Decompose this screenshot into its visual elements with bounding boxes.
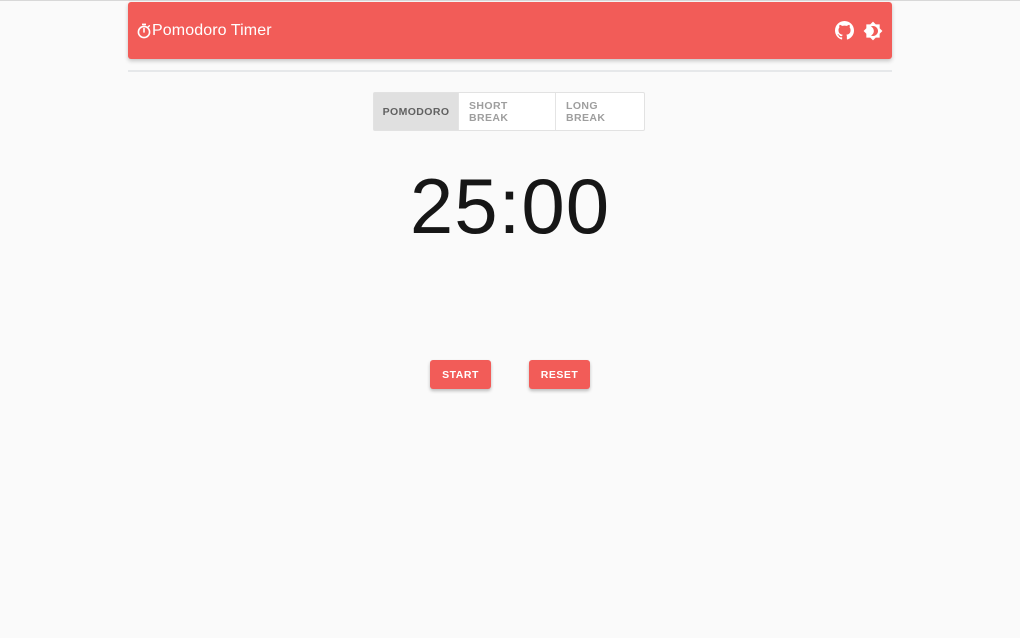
brand: Pomodoro Timer xyxy=(136,22,272,40)
reset-button[interactable]: RESET xyxy=(529,360,590,389)
app-bar-actions xyxy=(834,21,884,41)
tab-pomodoro[interactable]: POMODORO xyxy=(374,93,459,130)
header-divider xyxy=(128,70,892,72)
mode-tabs: POMODORO SHORT BREAK LONG BREAK xyxy=(373,92,645,131)
stopwatch-icon xyxy=(136,23,152,39)
page: Pomodoro Timer POMODORO SHORT BREAK LONG… xyxy=(0,0,1020,638)
tab-long-break[interactable]: LONG BREAK xyxy=(556,93,644,130)
timer-display: 25:00 xyxy=(409,162,611,250)
brightness-icon[interactable] xyxy=(863,21,883,41)
github-icon[interactable] xyxy=(834,21,854,41)
app-title: Pomodoro Timer xyxy=(152,21,272,39)
app-bar: Pomodoro Timer xyxy=(128,2,892,59)
tab-short-break[interactable]: SHORT BREAK xyxy=(459,93,556,130)
start-button[interactable]: START xyxy=(430,360,491,389)
